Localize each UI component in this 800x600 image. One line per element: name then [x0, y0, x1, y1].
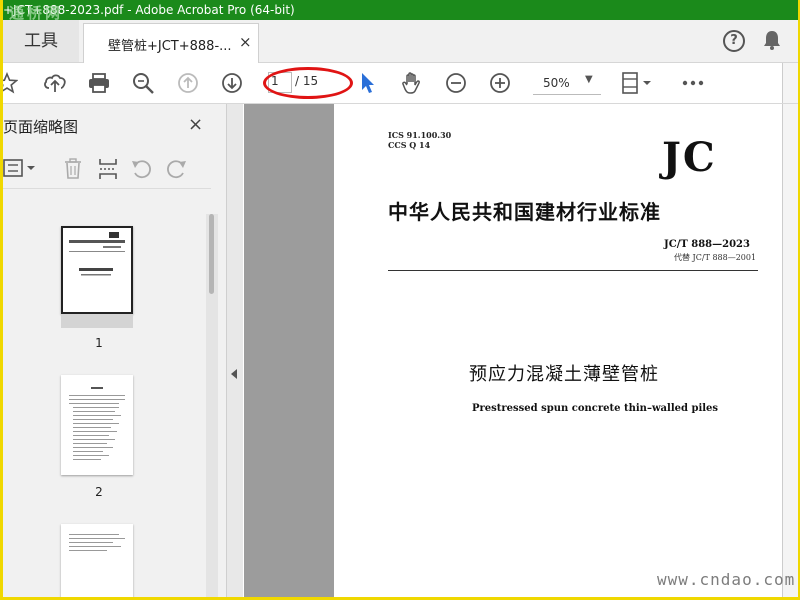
page-thumbnail-1[interactable] — [61, 226, 133, 314]
title-bar: +JCT+888-2023.pdf - Adobe Acrobat Pro (6… — [3, 0, 798, 20]
thumbnail-number-1: 1 — [95, 336, 103, 350]
standard-code: JC/T 888—2023 — [664, 239, 750, 250]
document-view[interactable]: ICS 91.100.30 CCS Q 14 JC 中华人民共和国建材行业标准 … — [244, 104, 798, 597]
rotate-right-icon[interactable] — [165, 158, 187, 184]
question-circle-icon[interactable]: ? — [723, 30, 745, 52]
page-thumbnail-2[interactable] — [61, 375, 133, 475]
ccs-code: CCS Q 14 — [388, 140, 431, 150]
category-mark: JC — [662, 134, 717, 181]
zoom-level-dropdown[interactable]: 50% ▼ — [533, 72, 601, 95]
zoom-level-value: 50% — [543, 76, 570, 90]
thumbnail-list: 1 2 — [3, 192, 203, 597]
zoom-out-icon[interactable] — [444, 71, 468, 95]
tab-bar: 工具 壁管桩+JCT+888-... × ? — [3, 20, 798, 63]
zoom-in-icon[interactable] — [488, 71, 512, 95]
thumbnail-scrollbar[interactable] — [206, 214, 218, 597]
header-rule — [388, 270, 758, 271]
panel-splitter[interactable] — [227, 104, 243, 597]
close-tab-icon[interactable]: × — [239, 33, 252, 51]
printer-icon[interactable] — [87, 71, 111, 95]
close-panel-icon[interactable]: × — [188, 114, 203, 135]
page-thumbnail-3[interactable] — [61, 524, 133, 597]
thumbnail-number-2: 2 — [95, 485, 103, 499]
collapse-panel-arrow-icon[interactable] — [231, 369, 237, 379]
cloud-upload-icon[interactable] — [43, 71, 67, 95]
tab-document[interactable]: 壁管桩+JCT+888-... × — [83, 23, 259, 63]
panel-title: 页面缩略图 — [3, 118, 79, 136]
thumbnail-1-preview — [69, 232, 125, 276]
thumbnail-toolbar — [3, 148, 211, 189]
thumbnail-options-icon[interactable] — [3, 158, 39, 182]
chevron-down-icon: ▼ — [585, 74, 593, 85]
pdf-page: ICS 91.100.30 CCS Q 14 JC 中华人民共和国建材行业标准 … — [334, 104, 796, 597]
tab-tools[interactable]: 工具 — [3, 20, 79, 62]
standard-name-chinese: 预应力混凝土薄壁管桩 — [469, 364, 659, 385]
previous-page-icon[interactable] — [176, 71, 200, 95]
toolbar-overflow-edge — [782, 63, 798, 103]
thumbnail-2-preview — [69, 387, 125, 460]
thumbnail-3-preview — [69, 534, 125, 551]
thumbnail-1-footer — [61, 314, 133, 328]
ics-code: ICS 91.100.30 — [388, 130, 452, 140]
insert-pages-icon[interactable] — [98, 158, 118, 184]
trash-icon[interactable] — [63, 158, 83, 184]
standard-title: 中华人民共和国建材行业标准 — [388, 200, 661, 224]
page-thumbnails-panel: 页面缩略图 × 1 2 — [3, 104, 227, 597]
document-tab-label: 壁管桩+JCT+888-... — [108, 39, 232, 54]
annotation-red-circle — [263, 67, 353, 99]
star-icon[interactable] — [3, 71, 19, 95]
document-scrollbar[interactable] — [782, 104, 798, 597]
main-toolbar: 1 / 15 50% ▼ — [3, 63, 798, 104]
standard-name-english: Prestressed spun concrete thin–walled pi… — [472, 403, 719, 414]
watermark-url: www.cndao.com — [657, 570, 796, 589]
acrobat-window: +JCT+888-2023.pdf - Adobe Acrobat Pro (6… — [3, 0, 798, 597]
page-display-icon[interactable] — [620, 71, 654, 95]
next-page-icon[interactable] — [220, 71, 244, 95]
zoom-search-icon[interactable] — [131, 71, 155, 95]
bell-icon[interactable] — [763, 30, 781, 54]
replaces-note: 代替 JC/T 888—2001 — [674, 253, 757, 262]
thumbnail-scrollbar-thumb[interactable] — [209, 214, 214, 294]
select-cursor-icon[interactable] — [356, 71, 380, 95]
hand-tool-icon[interactable] — [400, 71, 424, 95]
rotate-left-icon[interactable] — [131, 158, 153, 184]
more-tools-icon[interactable] — [681, 71, 705, 95]
